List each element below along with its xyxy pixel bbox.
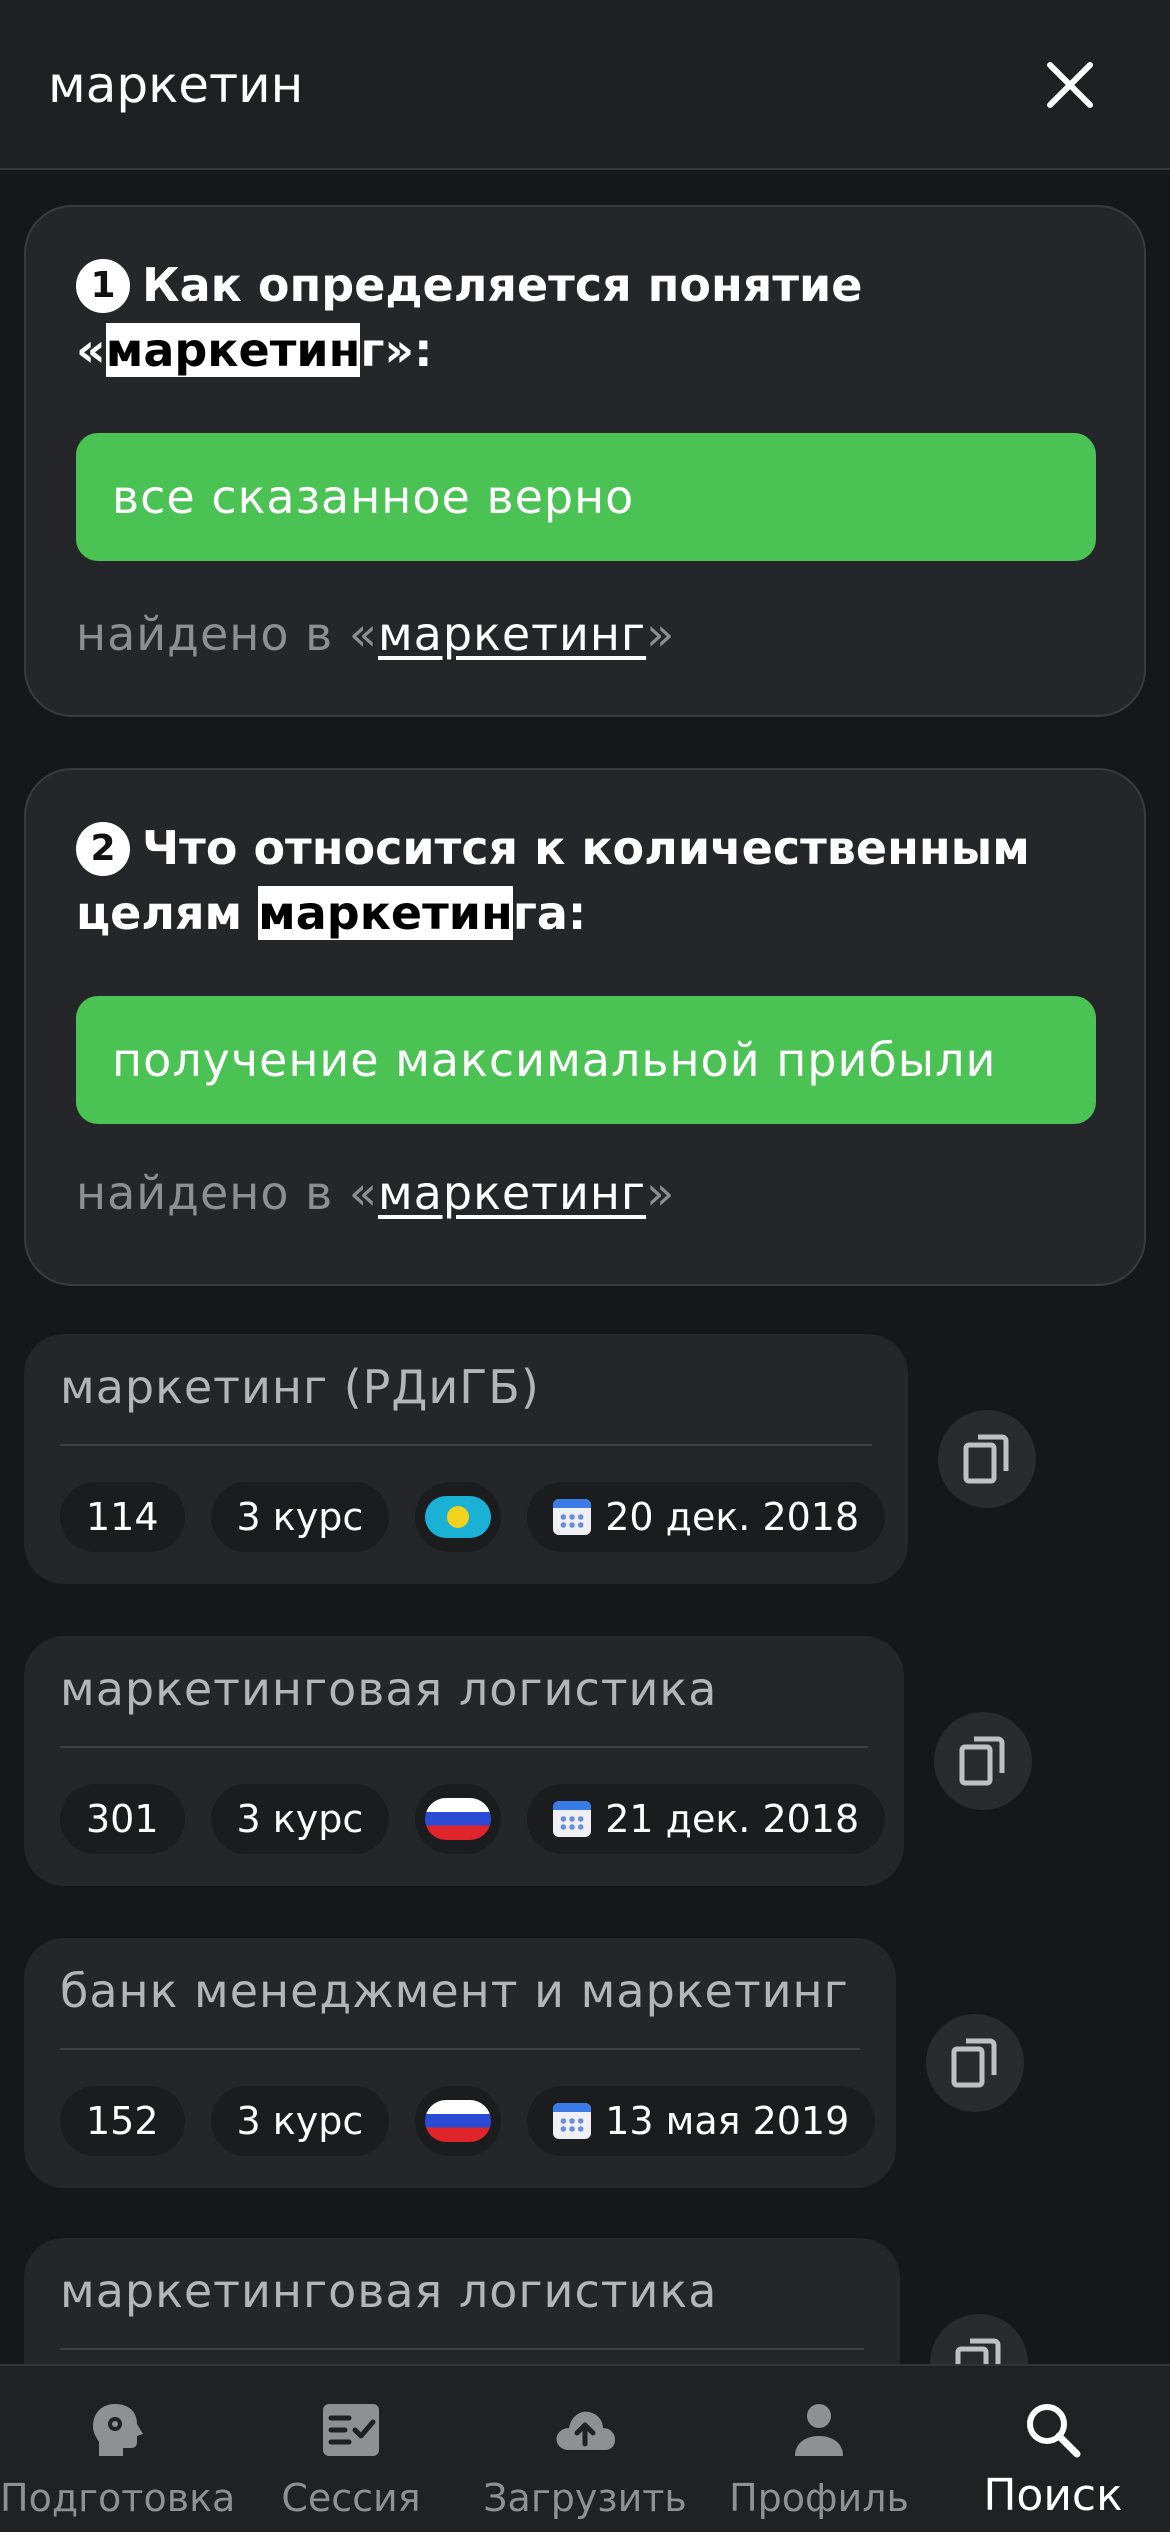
app-root: 1Как определяется понятие «маркетинг»: в… [0,0,1170,2532]
subject-title: банк менеджмент и маркетинг [60,1964,849,2018]
date-text: 13 мая 2019 [605,2099,850,2143]
tab-label: Профиль [729,2476,909,2520]
date-chip: 13 мая 2019 [527,2086,876,2156]
calendar-icon [553,1801,592,1837]
calendar-icon [553,1499,592,1535]
calendar-icon [553,2103,592,2139]
search-highlight: маркетин [105,323,361,377]
tab-session[interactable]: Сессия [234,2366,468,2532]
question-title: 1 Как определяется понятие «маркетинг»: [76,253,1096,383]
question-number: 2 [76,822,130,876]
country-chip [415,2086,502,2156]
subject-title: маркетинговая логистика [60,2264,718,2318]
date-chip: 21 дек. 2018 [527,1784,886,1854]
subject-card[interactable]: банк менеджмент и маркетинг 152 3 курс 1… [24,1938,896,2188]
subject-title: маркетинговая логистика [60,1662,718,1716]
copy-button[interactable] [938,1410,1036,1508]
russia-flag-icon [425,1798,492,1840]
question-card[interactable]: 2 Что относится к количественным целям ма… [24,768,1146,1286]
course-chip: 3 курс [210,1482,390,1552]
cloud-upload-icon [556,2411,615,2450]
question-card[interactable]: 1 Как определяется понятие «маркетинг»: в… [24,205,1146,717]
copy-icon [951,2038,997,2088]
checklist-icon [323,2404,379,2456]
tab-label: Поиск [983,2470,1123,2521]
tab-search[interactable]: Поиск [936,2366,1170,2532]
found-prefix: найдено в « [76,607,378,661]
subject-link[interactable]: маркетинг [378,1166,646,1220]
divider [60,1746,868,1748]
subject-card[interactable]: маркетинговая логистика 301 3 курс 21 де… [24,1636,904,1886]
subject-card[interactable]: маркетинг (РДиГБ) 114 3 курс 20 дек. 201… [24,1334,908,1584]
subject-link[interactable]: маркетинг [378,607,646,661]
found-suffix: » [646,607,676,661]
question-count-chip: 114 [60,1482,185,1552]
copy-icon [963,1434,1009,1484]
brain-head-icon [93,2404,143,2456]
question-title: 2 Что относится к количественным целям ма… [76,816,1096,946]
found-suffix: » [646,1166,676,1220]
copy-button[interactable] [926,2014,1024,2112]
kazakhstan-flag-icon [425,1496,492,1538]
course-chip: 3 курс [210,2086,390,2156]
divider [60,1444,872,1446]
divider [60,2348,864,2350]
divider [60,2048,860,2050]
question-count-chip: 152 [60,2086,185,2156]
tab-profile[interactable]: Профиль [702,2366,936,2532]
date-text: 21 дек. 2018 [605,1797,860,1841]
tab-upload[interactable]: Загрузить [468,2366,702,2532]
country-chip [415,1482,502,1552]
subject-meta: 152 3 курс 13 мая 2019 [60,2086,876,2156]
person-icon [795,2404,843,2456]
found-in: найдено в «маркетинг» [76,1166,675,1220]
search-bar [0,0,1170,170]
question-number: 1 [76,259,130,313]
question-text-end: г»: [360,323,433,377]
tab-label: Подготовка [0,2476,236,2520]
tab-label: Загрузить [483,2476,687,2520]
search-input[interactable] [48,52,948,118]
search-icon [1027,2404,1081,2458]
subject-title: маркетинг (РДиГБ) [60,1360,540,1414]
answer-correct: получение максимальной прибыли [76,996,1096,1124]
answer-correct: все сказанное верно [76,433,1096,561]
subject-meta: 301 3 курс 21 дек. 2018 [60,1784,886,1854]
close-icon[interactable] [1040,55,1100,115]
course-chip: 3 курс [210,1784,390,1854]
found-prefix: найдено в « [76,1166,378,1220]
search-highlight: маркетин [258,886,513,940]
copy-icon [959,1736,1005,1786]
tab-bar: Подготовка Сессия Загрузить Профиль Поис… [0,2364,1170,2532]
tab-preparation[interactable]: Подготовка [0,2366,236,2532]
subject-meta: 114 3 курс 20 дек. 2018 [60,1482,886,1552]
tab-label: Сессия [281,2476,421,2520]
question-text-end: га: [512,886,587,940]
date-chip: 20 дек. 2018 [527,1482,886,1552]
copy-button[interactable] [934,1712,1032,1810]
question-count-chip: 301 [60,1784,185,1854]
russia-flag-icon [425,2100,492,2142]
found-in: найдено в «маркетинг» [76,607,675,661]
country-chip [415,1784,502,1854]
date-text: 20 дек. 2018 [605,1495,860,1539]
